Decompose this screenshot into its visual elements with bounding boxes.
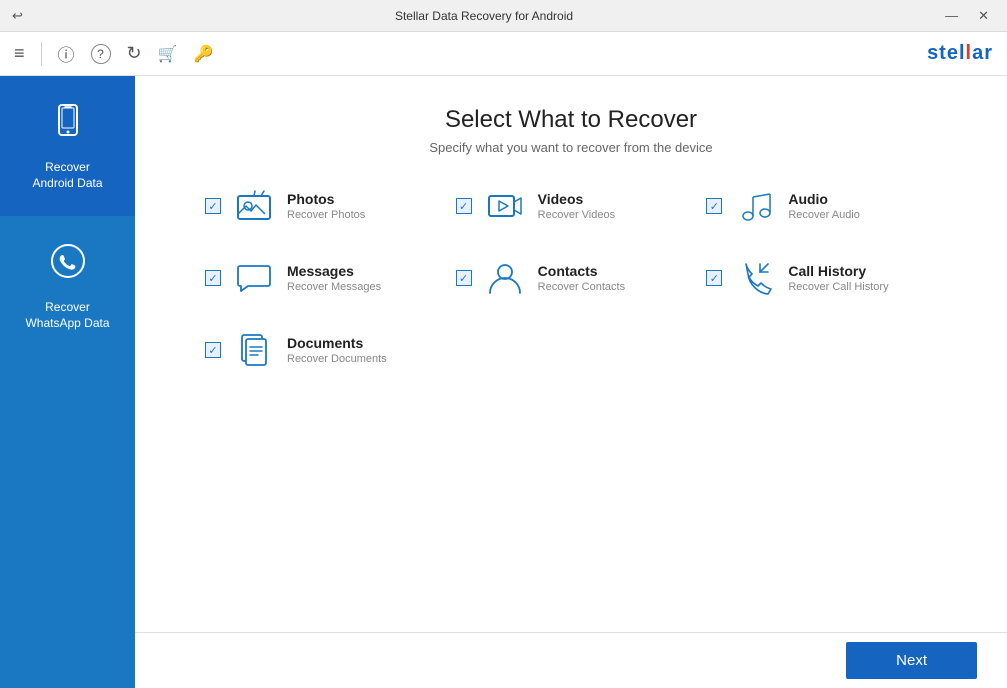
videos-checkbox[interactable]: ✓ bbox=[456, 198, 472, 214]
contacts-text: Contacts Recover Contacts bbox=[538, 263, 687, 293]
sidebar-item-whatsapp-label: RecoverWhatsApp Data bbox=[25, 300, 109, 331]
documents-name: Documents bbox=[287, 335, 436, 351]
option-documents[interactable]: ✓ Documents Recover Documents bbox=[205, 329, 436, 371]
titlebar: ↩ Stellar Data Recovery for Android — ✕ bbox=[0, 0, 1007, 32]
bottom-bar: Next bbox=[135, 632, 1007, 688]
refresh-icon[interactable]: ↻ bbox=[127, 43, 142, 64]
key-icon[interactable]: 🔑 bbox=[194, 44, 214, 64]
photos-icon bbox=[233, 185, 275, 227]
recovery-options-grid: ✓ Photos Recover Photos ✓ bbox=[185, 185, 957, 371]
videos-name: Videos bbox=[538, 191, 687, 207]
videos-desc: Recover Videos bbox=[538, 209, 687, 221]
documents-text: Documents Recover Documents bbox=[287, 335, 436, 365]
close-button[interactable]: ✕ bbox=[972, 6, 995, 26]
photos-name: Photos bbox=[287, 191, 436, 207]
contacts-name: Contacts bbox=[538, 263, 687, 279]
app-title: Stellar Data Recovery for Android bbox=[29, 9, 939, 23]
call-history-name: Call History bbox=[788, 263, 937, 279]
option-messages[interactable]: ✓ Messages Recover Messages bbox=[205, 257, 436, 299]
call-history-desc: Recover Call History bbox=[788, 281, 937, 293]
sidebar-item-recover-android[interactable]: RecoverAndroid Data bbox=[0, 76, 135, 216]
documents-icon bbox=[233, 329, 275, 371]
audio-name: Audio bbox=[788, 191, 937, 207]
toolbar: ≡ ⓘ ? ↻ 🛒 🔑 stellar bbox=[0, 32, 1007, 76]
option-photos[interactable]: ✓ Photos Recover Photos bbox=[205, 185, 436, 227]
documents-checkbox[interactable]: ✓ bbox=[205, 342, 221, 358]
back-icon: ↩ bbox=[12, 8, 23, 24]
stellar-logo: stellar bbox=[927, 42, 993, 65]
page-title: Select What to Recover bbox=[185, 106, 957, 134]
messages-name: Messages bbox=[287, 263, 436, 279]
help-icon[interactable]: ? bbox=[91, 44, 111, 64]
sidebar: RecoverAndroid Data RecoverWhatsApp Data bbox=[0, 76, 135, 688]
window-controls: — ✕ bbox=[939, 6, 995, 26]
call-history-text: Call History Recover Call History bbox=[788, 263, 937, 293]
option-audio[interactable]: ✓ Audio Recover Audio bbox=[706, 185, 937, 227]
main-layout: RecoverAndroid Data RecoverWhatsApp Data… bbox=[0, 76, 1007, 688]
videos-icon bbox=[484, 185, 526, 227]
documents-desc: Recover Documents bbox=[287, 353, 436, 365]
audio-text: Audio Recover Audio bbox=[788, 191, 937, 221]
contacts-desc: Recover Contacts bbox=[538, 281, 687, 293]
whatsapp-icon bbox=[48, 241, 88, 290]
option-contacts[interactable]: ✓ Contacts Recover Contacts bbox=[456, 257, 687, 299]
messages-checkbox[interactable]: ✓ bbox=[205, 270, 221, 286]
phone-icon bbox=[48, 101, 88, 150]
option-videos[interactable]: ✓ Videos Recover Videos bbox=[456, 185, 687, 227]
menu-icon[interactable]: ≡ bbox=[14, 43, 25, 64]
messages-desc: Recover Messages bbox=[287, 281, 436, 293]
contacts-icon bbox=[484, 257, 526, 299]
call-history-icon bbox=[734, 257, 776, 299]
photos-checkbox[interactable]: ✓ bbox=[205, 198, 221, 214]
messages-icon bbox=[233, 257, 275, 299]
toolbar-divider bbox=[41, 42, 42, 66]
audio-icon bbox=[734, 185, 776, 227]
minimize-button[interactable]: — bbox=[939, 6, 964, 26]
videos-text: Videos Recover Videos bbox=[538, 191, 687, 221]
content-area: Select What to Recover Specify what you … bbox=[135, 76, 1007, 688]
next-button[interactable]: Next bbox=[846, 642, 977, 679]
photos-desc: Recover Photos bbox=[287, 209, 436, 221]
audio-checkbox[interactable]: ✓ bbox=[706, 198, 722, 214]
info-icon[interactable]: ⓘ bbox=[58, 41, 75, 66]
contacts-checkbox[interactable]: ✓ bbox=[456, 270, 472, 286]
cart-icon[interactable]: 🛒 bbox=[158, 44, 178, 64]
page-subtitle: Specify what you want to recover from th… bbox=[185, 140, 957, 155]
messages-text: Messages Recover Messages bbox=[287, 263, 436, 293]
option-call-history[interactable]: ✓ Call History Recover Call History bbox=[706, 257, 937, 299]
sidebar-item-recover-whatsapp[interactable]: RecoverWhatsApp Data bbox=[0, 216, 135, 356]
audio-desc: Recover Audio bbox=[788, 209, 937, 221]
call-history-checkbox[interactable]: ✓ bbox=[706, 270, 722, 286]
sidebar-item-android-label: RecoverAndroid Data bbox=[32, 160, 102, 191]
photos-text: Photos Recover Photos bbox=[287, 191, 436, 221]
